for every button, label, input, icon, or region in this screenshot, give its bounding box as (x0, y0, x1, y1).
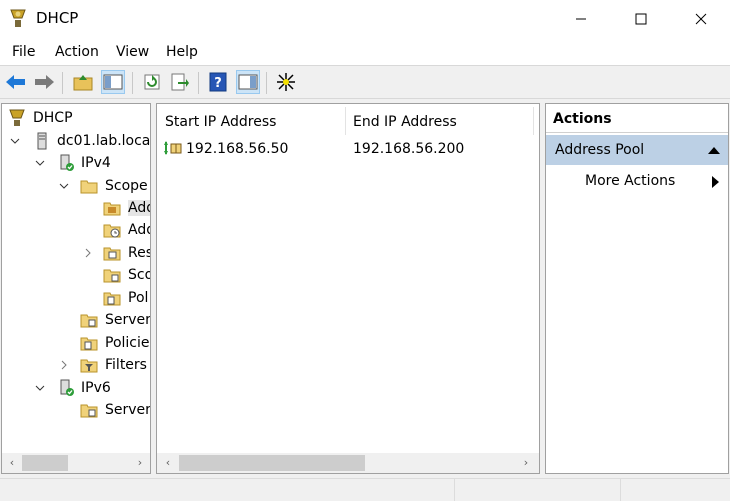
add-new-icon (277, 73, 295, 91)
ip-range-icon (164, 141, 182, 155)
more-actions-link[interactable]: More Actions (585, 173, 675, 189)
tree-item-policies[interactable]: Policies (6, 332, 150, 354)
tree-item-filters[interactable]: Filters (6, 354, 150, 376)
back-button[interactable] (4, 70, 28, 94)
scroll-thumb[interactable] (22, 455, 68, 471)
filters-icon (80, 359, 98, 373)
dhcp-icon (9, 109, 25, 126)
status-bar (0, 478, 730, 501)
tree-item-ipv6[interactable]: IPv6 (6, 377, 146, 399)
server-options-icon (80, 404, 98, 418)
address-pool-icon (103, 202, 121, 216)
new-item-button[interactable] (274, 70, 298, 94)
show-hide-console-tree-button[interactable] (101, 70, 125, 94)
server-icon (37, 132, 47, 150)
minimize-icon (576, 18, 586, 20)
chevron-down-icon[interactable] (35, 158, 45, 168)
up-folder-icon (73, 75, 93, 91)
policies-icon (103, 292, 121, 306)
chevron-right-icon[interactable] (59, 360, 69, 370)
chevron-down-icon[interactable] (10, 136, 20, 146)
chevron-right-icon[interactable] (83, 248, 93, 258)
close-icon (695, 13, 707, 25)
submenu-arrow-icon[interactable] (712, 176, 720, 188)
tree-item-server-options-ipv4[interactable]: Server (6, 309, 150, 331)
cell-start-ip: 192.168.56.50 (186, 141, 289, 157)
back-arrow-icon (6, 75, 25, 89)
scroll-right-arrow-icon[interactable]: › (519, 456, 533, 470)
tree-item-address-pool[interactable]: Add (6, 197, 150, 219)
actions-section-label: Address Pool (555, 142, 645, 158)
show-hide-action-pane-button[interactable] (236, 70, 260, 94)
results-pane[interactable]: Start IP Address End IP Address 192.168.… (156, 103, 540, 474)
cell-end-ip: 192.168.56.200 (353, 141, 465, 157)
forward-button[interactable] (32, 70, 56, 94)
menu-file[interactable]: File (12, 44, 35, 60)
tree-item-scope-policies[interactable]: Pol (6, 287, 150, 309)
ipv4-icon (60, 154, 74, 171)
reservations-icon (103, 247, 121, 261)
list-horizontal-scrollbar[interactable]: ‹ › (157, 453, 539, 473)
toolbar: ? (0, 66, 730, 99)
minimize-button[interactable] (552, 0, 610, 38)
up-one-level-button[interactable] (71, 70, 95, 94)
show-hide-tree-icon (103, 74, 123, 90)
ipv6-icon (60, 379, 74, 396)
dhcp-app-icon (10, 9, 26, 27)
tree-item-server[interactable]: dc01.lab.local (6, 130, 150, 152)
tree-item-scope[interactable]: Scope [ (6, 175, 150, 197)
svg-text:?: ? (214, 76, 222, 91)
chevron-down-icon[interactable] (59, 181, 69, 191)
policies-icon (80, 337, 98, 351)
window-title: DHCP (36, 9, 79, 27)
collapse-up-icon[interactable] (708, 146, 720, 154)
menu-help[interactable]: Help (166, 44, 198, 60)
scope-options-icon (103, 269, 121, 283)
column-header-start-ip[interactable]: Start IP Address (165, 114, 276, 130)
console-tree[interactable]: DHCP dc01.lab.local IPv4 Scope [ Add Add… (1, 103, 151, 474)
column-header-end-ip[interactable]: End IP Address (353, 114, 457, 130)
tree-item-reservations[interactable]: Res (6, 242, 150, 264)
export-list-button[interactable] (168, 70, 192, 94)
forward-arrow-icon (35, 75, 54, 89)
folder-icon (80, 180, 98, 194)
menu-action[interactable]: Action (55, 44, 99, 60)
close-button[interactable] (672, 0, 730, 38)
menu-view[interactable]: View (116, 44, 149, 60)
actions-title: Actions (546, 104, 728, 133)
tree-item-scope-options[interactable]: Sco (6, 264, 150, 286)
chevron-down-icon[interactable] (35, 383, 45, 393)
tree-item-address-leases[interactable]: Add (6, 219, 150, 241)
server-options-icon (80, 314, 98, 328)
tree-horizontal-scrollbar[interactable]: ‹ › (2, 453, 150, 473)
scroll-left-arrow-icon[interactable]: ‹ (5, 456, 19, 470)
actions-section-address-pool[interactable]: Address Pool (546, 135, 728, 165)
maximize-button[interactable] (612, 0, 670, 38)
tree-item-ipv4[interactable]: IPv4 (6, 152, 146, 174)
scroll-left-arrow-icon[interactable]: ‹ (161, 456, 175, 470)
refresh-icon (144, 74, 160, 90)
address-leases-icon (103, 224, 121, 238)
scroll-thumb[interactable] (179, 455, 365, 471)
refresh-button[interactable] (140, 70, 164, 94)
title-bar: DHCP (0, 0, 730, 38)
show-hide-action-pane-icon (238, 74, 258, 90)
maximize-icon (635, 13, 647, 25)
menu-bar: File Action View Help (0, 38, 730, 66)
scroll-right-arrow-icon[interactable]: › (133, 456, 147, 470)
export-list-icon (171, 73, 189, 91)
help-icon: ? (209, 72, 227, 92)
actions-pane: Actions Address Pool More Actions (545, 103, 729, 474)
tree-item-dhcp[interactable]: DHCP (6, 107, 146, 129)
help-button[interactable]: ? (206, 70, 230, 94)
tree-item-server-options-ipv6[interactable]: Server (6, 399, 150, 421)
